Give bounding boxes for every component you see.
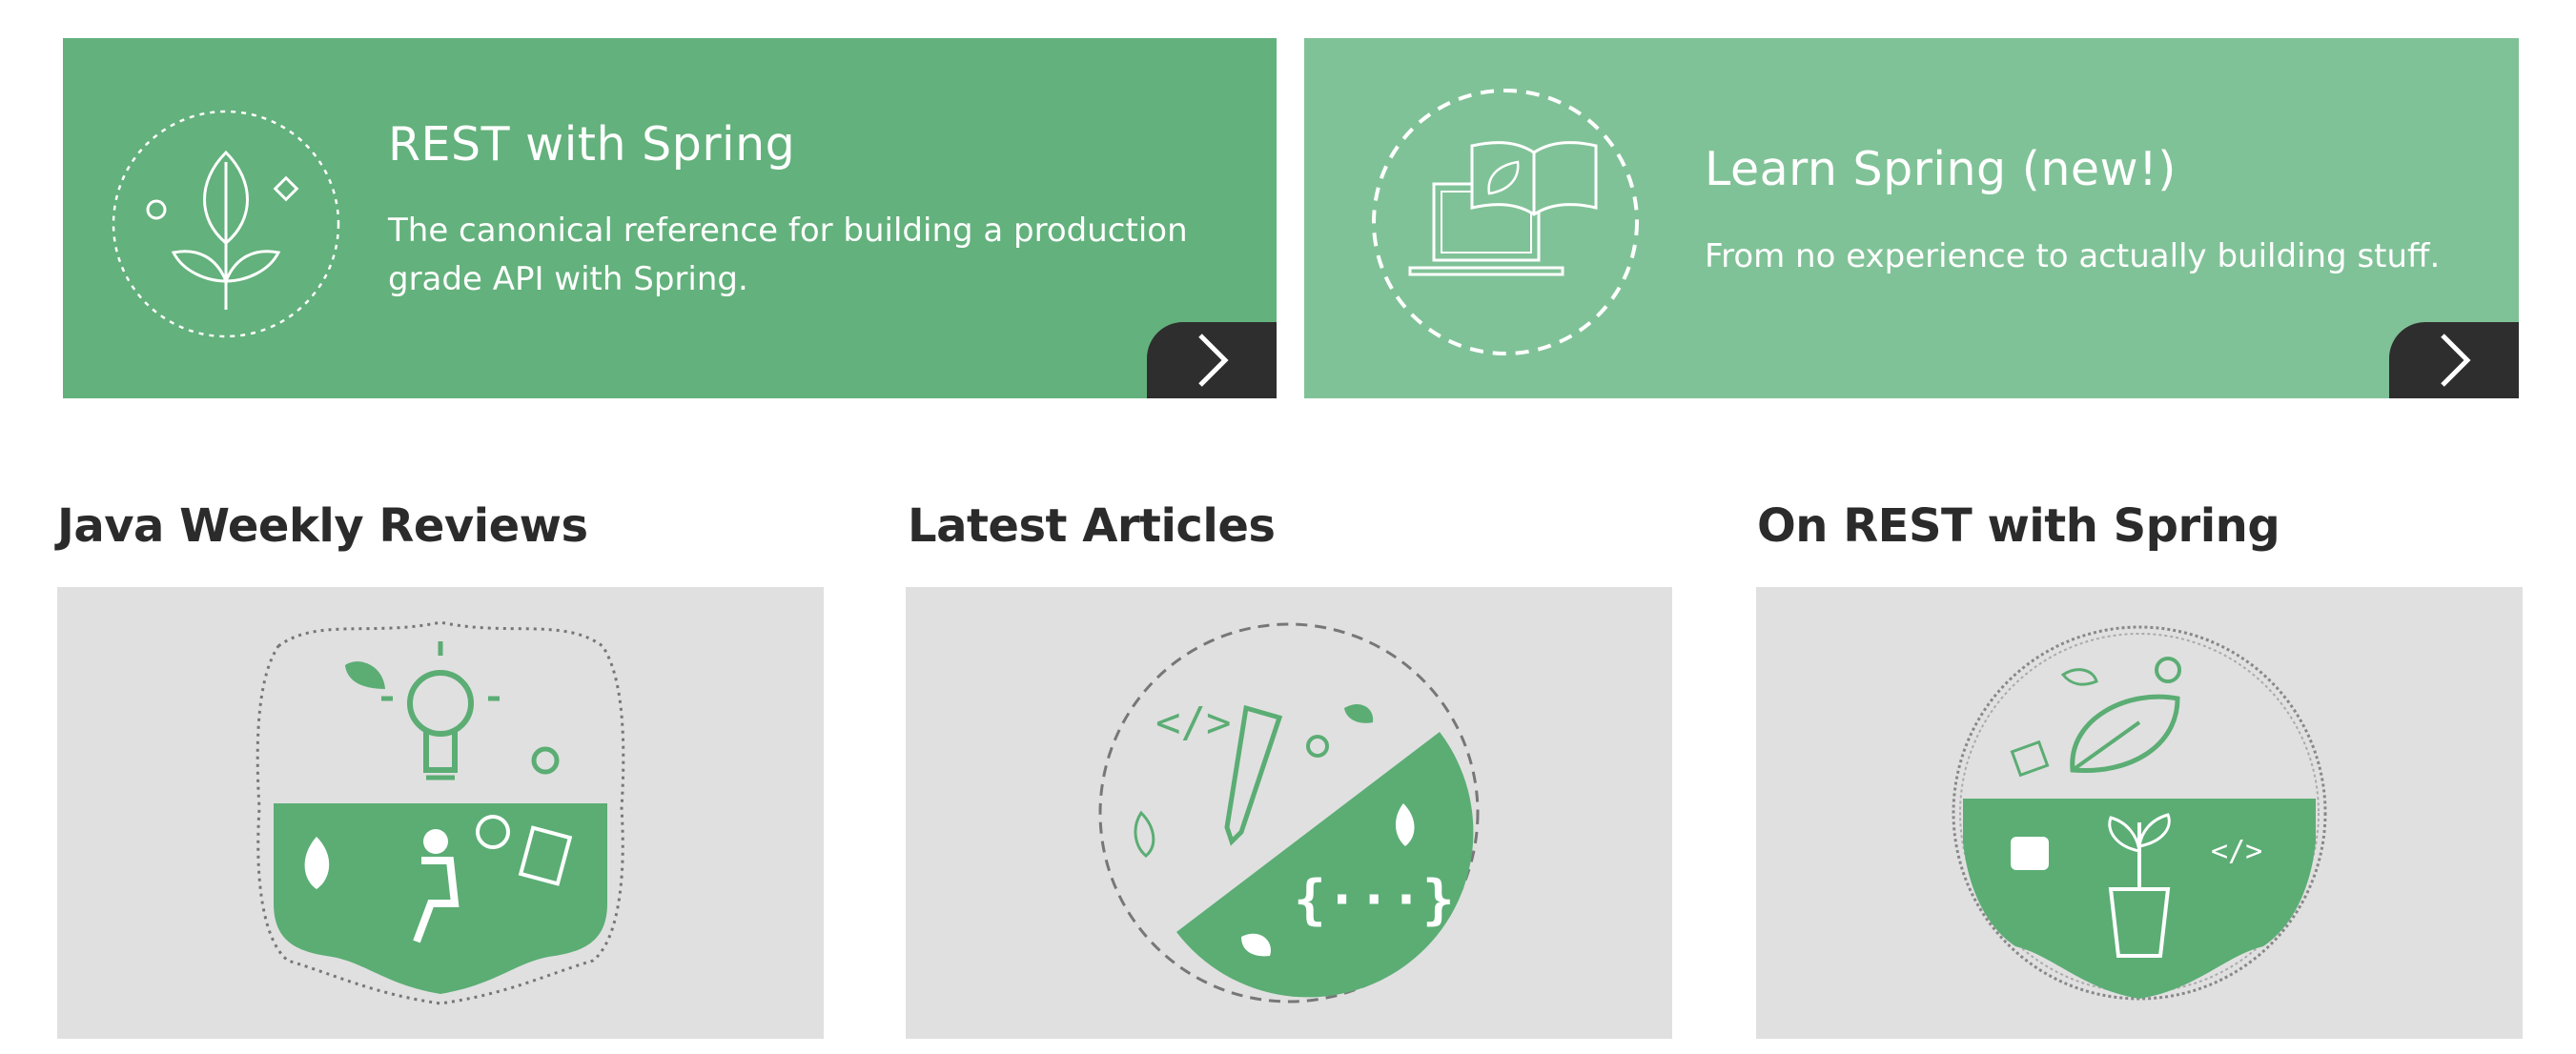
card-latest-articles[interactable]: </> {···}	[906, 587, 1672, 1039]
chevron-right-icon	[1198, 334, 1229, 387]
promo-learn-spring[interactable]: Learn Spring (new!) From no experience t…	[1304, 38, 2519, 398]
svg-text:</>: </>	[2211, 835, 2262, 868]
card-on-rest-with-spring[interactable]: </>	[1756, 587, 2523, 1039]
lightbulb-reader-badge-icon	[256, 620, 625, 1005]
section-heading-rest-with-spring[interactable]: On REST with Spring	[1757, 499, 2524, 553]
pencil-code-badge-icon: </> {···}	[1098, 622, 1480, 1003]
promo-go-button[interactable]	[1147, 322, 1277, 398]
svg-text:</>: </>	[1155, 699, 1231, 747]
promo-description: From no experience to actually building …	[1705, 237, 2441, 275]
promo-go-button[interactable]	[2389, 322, 2519, 398]
chevron-right-icon	[2441, 334, 2471, 387]
section-heading-java-weekly[interactable]: Java Weekly Reviews	[57, 499, 824, 553]
section-heading-latest-articles[interactable]: Latest Articles	[908, 499, 1674, 553]
potted-plant-badge-icon: </>	[1952, 625, 2327, 1001]
laptop-book-badge-icon	[1372, 89, 1639, 355]
promo-description: The canonical reference for building a p…	[388, 212, 1188, 298]
sprout-badge-icon	[112, 110, 340, 338]
promo-title[interactable]: Learn Spring (new!)	[1705, 142, 2177, 196]
promo-rest-with-spring[interactable]: REST with Spring The canonical reference…	[63, 38, 1277, 398]
svg-text:{···}: {···}	[1294, 869, 1455, 931]
promo-title[interactable]: REST with Spring	[388, 117, 795, 172]
card-java-weekly-reviews[interactable]	[57, 587, 824, 1039]
